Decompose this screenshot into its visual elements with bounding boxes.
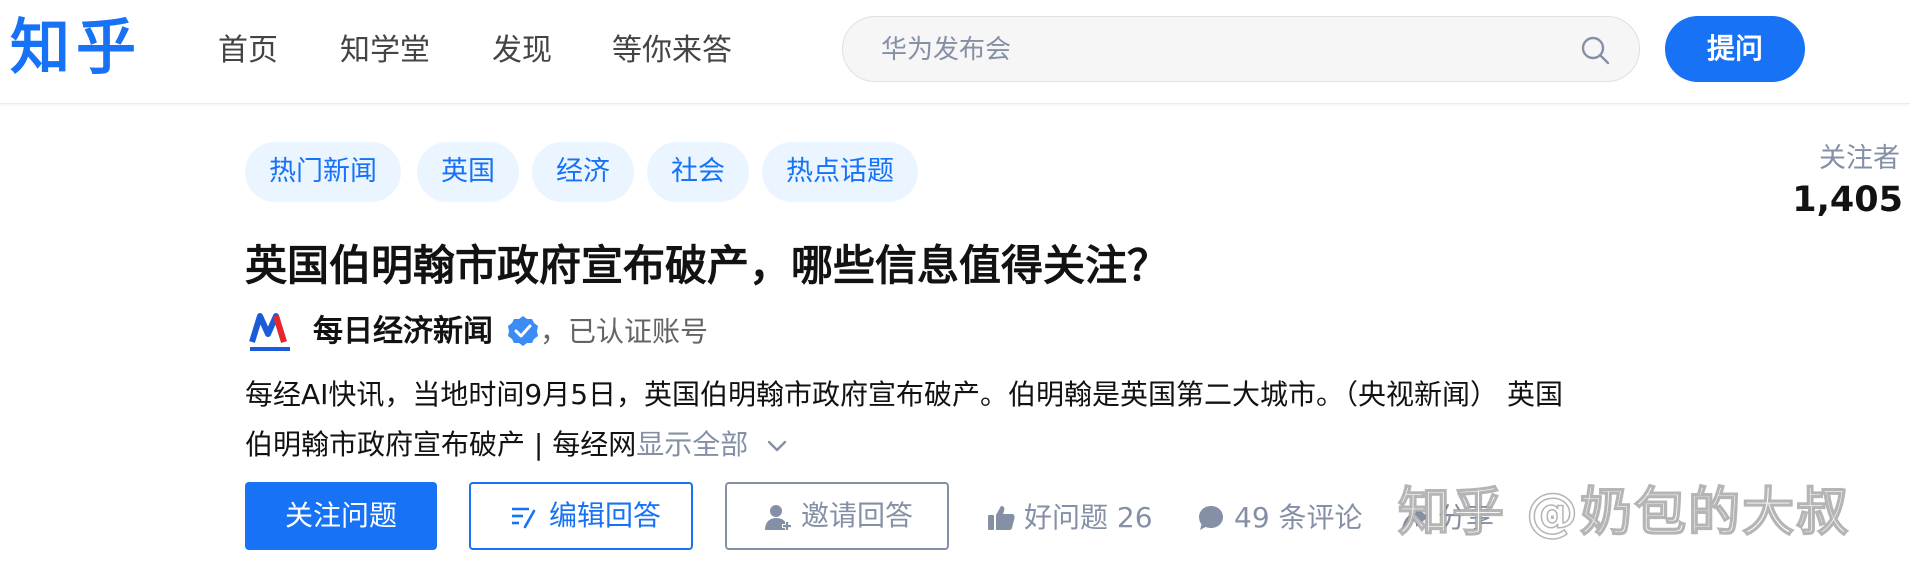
edit-icon (512, 507, 536, 529)
comment-bubble-icon (1199, 506, 1223, 530)
show-all-label: 显示全部 (636, 428, 749, 461)
show-all-link[interactable]: 显示全部 (636, 428, 788, 461)
verified-badge-icon (508, 316, 538, 346)
share-icon (1402, 507, 1428, 530)
question-title: 英国伯明翰市政府宣布破产，哪些信息值得关注？ (245, 241, 1170, 290)
share-label: 分享 (1438, 501, 1495, 534)
topic-tag[interactable]: 经济 (532, 142, 634, 202)
ask-question-button[interactable]: 提问 (1665, 16, 1805, 82)
comments-label: 49 条评论 (1234, 501, 1363, 534)
nbd-logo-icon[interactable] (246, 308, 294, 356)
invite-user-icon (765, 505, 792, 531)
nav-item-discover[interactable]: 发现 (492, 30, 552, 72)
topic-tag[interactable]: 热点话题 (762, 142, 918, 202)
topic-tag[interactable]: 热门新闻 (245, 142, 401, 202)
question-excerpt: 每经AI快讯，当地时间9月5日，英国伯明翰市政府宣布破产。伯明翰是英国第二大城市… (245, 370, 1590, 470)
thumbs-up-icon (988, 506, 1015, 530)
invite-answer-label: 邀请回答 (801, 499, 914, 532)
author-name[interactable]: 每日经济新闻 (313, 310, 493, 354)
search-bar (842, 16, 1640, 82)
zhihu-logo[interactable]: 知乎 (10, 8, 142, 88)
write-answer-button[interactable]: 编辑回答 (469, 482, 693, 550)
invite-answer-button[interactable]: 邀请回答 (725, 482, 949, 550)
excerpt-text: 每经AI快讯，当地时间9月5日，英国伯明翰市政府宣布破产。伯明翰是英国第二大城市… (245, 378, 1563, 461)
topic-tag[interactable]: 英国 (417, 142, 519, 202)
nav-item-zhixuetang[interactable]: 知学堂 (340, 30, 430, 72)
search-input[interactable] (879, 29, 1563, 71)
search-icon[interactable] (1579, 34, 1611, 66)
good-question-label: 好问题 26 (1024, 501, 1153, 534)
follow-question-button[interactable]: 关注问题 (245, 482, 437, 550)
write-answer-label: 编辑回答 (549, 499, 662, 532)
top-header: 知乎 首页 知学堂 发现 等你来答 提问 (0, 0, 1910, 104)
nav-item-home[interactable]: 首页 (218, 30, 278, 72)
topic-tag[interactable]: 社会 (647, 142, 749, 202)
chevron-down-icon (768, 440, 787, 452)
followers-label: 关注者 (1819, 143, 1900, 174)
nav-item-waiting-answers[interactable]: 等你来答 (612, 30, 732, 72)
verified-account-text: ，已认证账号 (540, 315, 709, 348)
more-options-icon[interactable]: ··· (1548, 496, 1575, 540)
followers-count: 1,405 (1792, 180, 1903, 220)
